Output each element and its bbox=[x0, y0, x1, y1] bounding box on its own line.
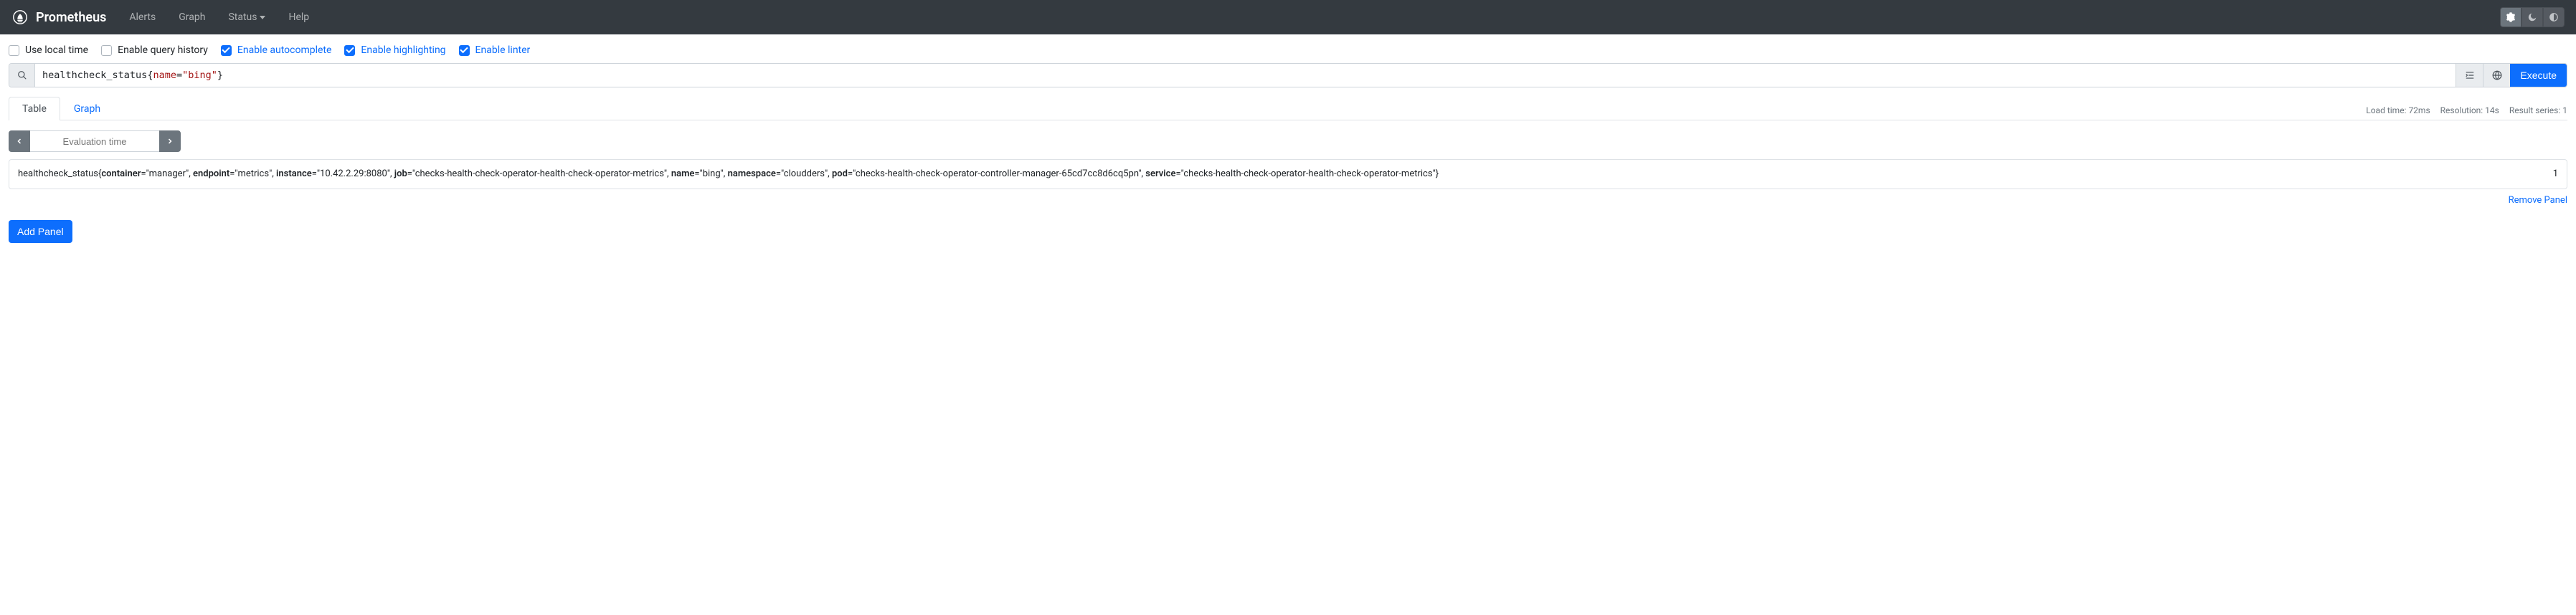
query-token-brace: { bbox=[147, 70, 153, 81]
remove-panel-link[interactable]: Remove Panel bbox=[2509, 195, 2567, 206]
nav-help[interactable]: Help bbox=[281, 7, 316, 27]
chevron-left-icon bbox=[15, 137, 24, 146]
nav-status[interactable]: Status bbox=[221, 7, 273, 27]
moon-icon bbox=[2527, 12, 2537, 22]
tab-graph[interactable]: Graph bbox=[60, 97, 114, 120]
stat-resolution: Resolution: 14s bbox=[2440, 105, 2499, 115]
nav-alerts-label: Alerts bbox=[129, 11, 156, 23]
theme-contrast-button[interactable] bbox=[2543, 7, 2565, 27]
chevron-down-icon bbox=[260, 16, 265, 19]
result-tabs: Table Graph bbox=[9, 96, 114, 120]
series-value-cell: 1 bbox=[2537, 167, 2558, 181]
option-enable-linter[interactable]: Enable linter bbox=[459, 44, 531, 56]
eval-time-next-button[interactable] bbox=[159, 130, 181, 152]
gear-icon bbox=[2506, 12, 2516, 22]
tab-table[interactable]: Table bbox=[9, 97, 60, 120]
prometheus-logo-icon bbox=[11, 9, 29, 26]
expression-input-group: healthcheck_status{name="bing"} Execute bbox=[9, 63, 2567, 87]
query-options-row: Use local time Enable query history Enab… bbox=[0, 34, 2576, 63]
option-label: Enable linter bbox=[475, 44, 531, 56]
checkbox-checked-icon bbox=[221, 45, 232, 56]
checkbox-checked-icon bbox=[459, 45, 470, 56]
execute-label: Execute bbox=[2520, 70, 2557, 81]
option-use-local-time[interactable]: Use local time bbox=[9, 44, 88, 56]
tab-label: Table bbox=[22, 103, 47, 115]
navbar: Prometheus Alerts Graph Status Help bbox=[0, 0, 2576, 34]
add-panel-row: Add Panel bbox=[9, 220, 2567, 243]
nav-graph[interactable]: Graph bbox=[171, 7, 212, 27]
query-token-eq: = bbox=[176, 70, 182, 81]
tab-label: Graph bbox=[74, 103, 100, 115]
navbar-left: Prometheus Alerts Graph Status Help bbox=[11, 7, 316, 27]
series-labels-cell[interactable]: healthcheck_status{container="manager", … bbox=[18, 167, 2525, 181]
option-enable-autocomplete[interactable]: Enable autocomplete bbox=[221, 44, 332, 56]
add-panel-button[interactable]: Add Panel bbox=[9, 220, 72, 243]
query-stats: Load time: 72ms Resolution: 14s Result s… bbox=[2366, 105, 2567, 120]
theme-auto-button[interactable] bbox=[2500, 7, 2521, 27]
table-row: healthcheck_status{container="manager", … bbox=[9, 160, 2567, 189]
query-token-metric: healthcheck_status bbox=[42, 70, 147, 81]
theme-switcher bbox=[2500, 7, 2565, 27]
option-enable-highlighting[interactable]: Enable highlighting bbox=[344, 44, 445, 56]
evaluation-time-input[interactable] bbox=[30, 130, 159, 152]
option-enable-query-history[interactable]: Enable query history bbox=[101, 44, 208, 56]
nav-alerts[interactable]: Alerts bbox=[122, 7, 163, 27]
checkbox-checked-icon bbox=[344, 45, 355, 56]
option-label: Enable autocomplete bbox=[237, 44, 332, 56]
stat-result-series: Result series: 1 bbox=[2509, 105, 2567, 115]
remove-panel-label: Remove Panel bbox=[2509, 195, 2567, 206]
option-label: Enable highlighting bbox=[361, 44, 445, 56]
query-token-label-value: "bing" bbox=[182, 70, 217, 81]
checkbox-icon bbox=[9, 45, 19, 56]
brand-text: Prometheus bbox=[36, 10, 106, 25]
add-panel-label: Add Panel bbox=[17, 226, 64, 237]
search-icon bbox=[17, 70, 27, 80]
globe-icon bbox=[2492, 70, 2502, 80]
execute-button[interactable]: Execute bbox=[2510, 64, 2567, 87]
result-table: healthcheck_status{container="manager", … bbox=[9, 159, 2567, 189]
brand[interactable]: Prometheus bbox=[11, 9, 106, 26]
expression-search-addon bbox=[9, 64, 35, 87]
nav-help-label: Help bbox=[288, 11, 309, 23]
option-label: Enable query history bbox=[118, 44, 208, 56]
eval-time-prev-button[interactable] bbox=[9, 130, 30, 152]
format-query-button[interactable] bbox=[2456, 64, 2483, 87]
query-token-label-name: name bbox=[153, 70, 176, 81]
metrics-explorer-button[interactable] bbox=[2483, 64, 2510, 87]
tabs-stats-row: Table Graph Load time: 72ms Resolution: … bbox=[9, 96, 2567, 120]
query-token-brace: } bbox=[217, 70, 223, 81]
option-label: Use local time bbox=[25, 44, 88, 56]
nav-status-label: Status bbox=[228, 11, 257, 23]
remove-panel-row: Remove Panel bbox=[9, 195, 2567, 206]
chevron-right-icon bbox=[166, 137, 174, 146]
nav-graph-label: Graph bbox=[179, 11, 205, 23]
expression-input[interactable]: healthcheck_status{name="bing"} bbox=[35, 64, 2456, 87]
evaluation-time-group bbox=[9, 130, 2567, 152]
contrast-icon bbox=[2549, 12, 2559, 22]
checkbox-icon bbox=[101, 45, 112, 56]
indent-icon bbox=[2465, 70, 2475, 80]
theme-dark-button[interactable] bbox=[2521, 7, 2543, 27]
stat-load-time: Load time: 72ms bbox=[2366, 105, 2430, 115]
